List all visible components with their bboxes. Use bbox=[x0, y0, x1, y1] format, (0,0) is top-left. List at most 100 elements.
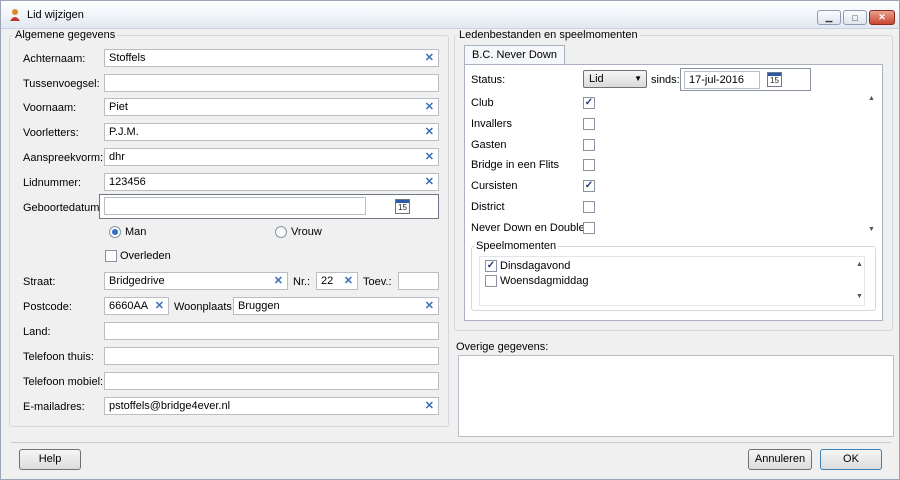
category-checkbox[interactable] bbox=[583, 118, 595, 130]
tussenvoegsel-input[interactable] bbox=[104, 74, 439, 92]
members-group-label: Ledenbestanden en speelmomenten bbox=[457, 29, 640, 41]
postcode-label: Postcode: bbox=[23, 301, 72, 313]
clear-icon[interactable]: ✕ bbox=[274, 273, 283, 289]
toev-label: Toev.: bbox=[363, 276, 392, 288]
lidnummer-label: Lidnummer: bbox=[23, 177, 82, 189]
voorletters-value: P.J.M. bbox=[109, 126, 139, 138]
scroll-up-icon[interactable]: ▲ bbox=[868, 95, 875, 102]
clear-icon[interactable]: ✕ bbox=[425, 398, 434, 414]
help-button[interactable]: Help bbox=[19, 449, 81, 470]
land-label: Land: bbox=[23, 326, 51, 338]
woonplaats-value: Bruggen bbox=[238, 300, 280, 312]
toev-input[interactable] bbox=[398, 272, 439, 290]
maximize-button[interactable]: □ bbox=[843, 10, 867, 25]
achternaam-label: Achternaam: bbox=[23, 53, 86, 65]
speelmoment-checkbox[interactable] bbox=[485, 275, 497, 287]
achternaam-input[interactable]: Stoffels ✕ bbox=[104, 49, 439, 67]
clear-icon[interactable]: ✕ bbox=[425, 124, 434, 140]
overleden-checkbox[interactable] bbox=[105, 250, 117, 262]
clear-icon[interactable]: ✕ bbox=[425, 174, 434, 190]
general-group-label: Algemene gegevens bbox=[13, 29, 118, 41]
app-icon bbox=[10, 9, 20, 21]
geboortedatum-input[interactable] bbox=[104, 197, 366, 215]
annuleren-button[interactable]: Annuleren bbox=[748, 449, 812, 470]
geboortedatum-label: Geboortedatum: bbox=[23, 202, 103, 214]
nr-value: 22 bbox=[321, 275, 334, 287]
title-bar[interactable]: Lid wijzigen ▁ □ ✕ bbox=[1, 1, 899, 29]
overige-textarea[interactable] bbox=[458, 355, 894, 437]
lidnummer-value: 123456 bbox=[109, 176, 146, 188]
straat-input[interactable]: Bridgedrive ✕ bbox=[104, 272, 288, 290]
voorletters-label: Voorletters: bbox=[23, 127, 79, 139]
close-button[interactable]: ✕ bbox=[869, 10, 895, 25]
overleden-label: Overleden bbox=[120, 250, 171, 262]
telefoon-thuis-label: Telefoon thuis: bbox=[23, 351, 94, 363]
tab-bc-never-down[interactable]: B.C. Never Down bbox=[464, 45, 565, 65]
speelmoment-checkbox[interactable]: ✓ bbox=[485, 260, 497, 272]
voornaam-label: Voornaam: bbox=[23, 102, 77, 114]
telefoon-mobiel-input[interactable] bbox=[104, 372, 439, 390]
category-checkbox[interactable] bbox=[583, 201, 595, 213]
speelmoment-label: Dinsdagavond bbox=[500, 260, 571, 272]
telefoon-thuis-input[interactable] bbox=[104, 347, 439, 365]
voorletters-input[interactable]: P.J.M. ✕ bbox=[104, 123, 439, 141]
voornaam-input[interactable]: Piet ✕ bbox=[104, 98, 439, 116]
close-icon: ✕ bbox=[878, 12, 886, 22]
category-checkbox[interactable]: ✓ bbox=[583, 180, 595, 192]
nr-label: Nr.: bbox=[293, 276, 311, 288]
straat-label: Straat: bbox=[23, 276, 56, 288]
sinds-value: 17-jul-2016 bbox=[689, 74, 745, 86]
category-checkbox[interactable]: ✓ bbox=[583, 97, 595, 109]
category-label: Club bbox=[471, 97, 494, 109]
postcode-value: 6660AA bbox=[109, 300, 149, 312]
man-radio[interactable] bbox=[109, 226, 121, 238]
scroll-down-icon[interactable]: ▼ bbox=[868, 226, 875, 233]
sinds-input[interactable]: 17-jul-2016 bbox=[684, 71, 760, 89]
status-select[interactable]: Lid ▼ bbox=[583, 70, 647, 88]
land-input[interactable] bbox=[104, 322, 439, 340]
category-checkbox[interactable] bbox=[583, 159, 595, 171]
bottom-divider bbox=[11, 442, 891, 443]
postcode-input[interactable]: 6660AA ✕ bbox=[104, 297, 169, 315]
minimize-button[interactable]: ▁ bbox=[817, 10, 841, 25]
ok-button[interactable]: OK bbox=[820, 449, 882, 470]
email-value: pstoffels@bridge4ever.nl bbox=[109, 400, 231, 412]
window-title: Lid wijzigen bbox=[27, 9, 84, 21]
clear-icon[interactable]: ✕ bbox=[425, 50, 434, 66]
category-checkbox[interactable] bbox=[583, 139, 595, 151]
calendar-icon[interactable]: 15 bbox=[767, 72, 782, 87]
chevron-down-icon: ▼ bbox=[634, 74, 642, 83]
clear-icon[interactable]: ✕ bbox=[344, 273, 353, 289]
vrouw-label: Vrouw bbox=[291, 226, 322, 238]
email-input[interactable]: pstoffels@bridge4ever.nl ✕ bbox=[104, 397, 439, 415]
minimize-icon: ▁ bbox=[825, 12, 833, 22]
woonplaats-label: Woonplaats bbox=[174, 301, 232, 313]
email-label: E-mailadres: bbox=[23, 401, 85, 413]
clear-icon[interactable]: ✕ bbox=[425, 298, 434, 314]
aanspreekvorm-input[interactable]: dhr ✕ bbox=[104, 148, 439, 166]
maximize-icon: □ bbox=[852, 12, 858, 23]
clear-icon[interactable]: ✕ bbox=[425, 149, 434, 165]
vrouw-radio[interactable] bbox=[275, 226, 287, 238]
scroll-down-icon[interactable]: ▼ bbox=[856, 293, 863, 300]
category-label: Cursisten bbox=[471, 180, 518, 192]
scroll-up-icon[interactable]: ▲ bbox=[856, 261, 863, 268]
overige-label: Overige gegevens: bbox=[456, 341, 549, 353]
category-checkbox[interactable] bbox=[583, 222, 595, 234]
telefoon-mobiel-label: Telefoon mobiel: bbox=[23, 376, 104, 388]
achternaam-value: Stoffels bbox=[109, 52, 146, 64]
category-label: Bridge in een Flits bbox=[471, 159, 560, 171]
speelmomenten-label: Speelmomenten bbox=[474, 240, 559, 252]
category-label: Invallers bbox=[471, 118, 512, 130]
calendar-icon[interactable]: 15 bbox=[395, 199, 410, 214]
aanspreekvorm-label: Aanspreekvorm: bbox=[23, 152, 104, 164]
straat-value: Bridgedrive bbox=[109, 275, 165, 287]
lidnummer-input[interactable]: 123456 ✕ bbox=[104, 173, 439, 191]
category-label: Never Down en Doublet bbox=[471, 222, 588, 234]
category-label: Gasten bbox=[471, 139, 507, 151]
clear-icon[interactable]: ✕ bbox=[425, 99, 434, 115]
voornaam-value: Piet bbox=[109, 101, 128, 113]
woonplaats-input[interactable]: Bruggen ✕ bbox=[233, 297, 439, 315]
nr-input[interactable]: 22 ✕ bbox=[316, 272, 358, 290]
clear-icon[interactable]: ✕ bbox=[155, 298, 164, 314]
